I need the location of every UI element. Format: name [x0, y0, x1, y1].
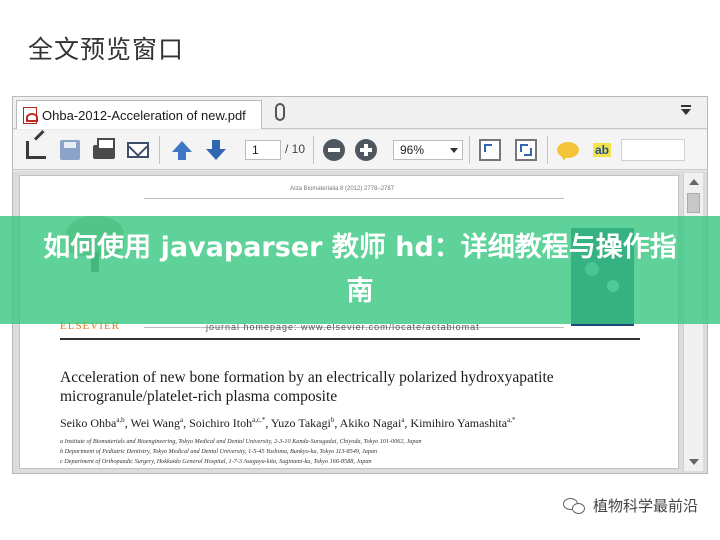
- fit-width-icon: [515, 139, 537, 161]
- scroll-down-icon[interactable]: [689, 459, 699, 465]
- zoom-value: 96%: [400, 143, 425, 157]
- zoom-in-icon: [355, 139, 377, 161]
- affiliation-line: c Department of Orthopaedic Surgery, Hok…: [60, 458, 372, 465]
- zoom-out-icon: [323, 139, 345, 161]
- toolbar-divider: [469, 136, 470, 164]
- highlight-text-button[interactable]: ab: [589, 137, 615, 163]
- print-button[interactable]: [91, 137, 117, 163]
- fit-page-button[interactable]: [477, 137, 503, 163]
- journal-reference: Acta Biomaterialia 8 (2012) 2778–2787: [290, 186, 395, 192]
- author-affiliation-mark: a: [179, 416, 184, 424]
- author-name: Kimihiro Yamashita: [410, 416, 508, 430]
- author-name: Akiko Nagai: [339, 416, 402, 430]
- author-list: Seiko Ohbaa,b, Wei Wanga, Soichiro Itoha…: [60, 416, 516, 430]
- print-icon: [93, 138, 115, 159]
- author-name: Yuzo Takagi: [270, 416, 331, 430]
- tab-label: Ohba-2012-Acceleration of new.pdf: [42, 107, 246, 123]
- author-name: Wei Wang: [130, 416, 180, 430]
- zoom-out-button[interactable]: [321, 137, 347, 163]
- add-comment-button[interactable]: [555, 137, 581, 163]
- author-affiliation-mark: a: [401, 416, 405, 424]
- page: 全文预览窗口 Ohba-2012-Acceleration of new.pdf…: [0, 0, 720, 540]
- arrow-down-icon: [206, 139, 226, 160]
- watermark-text: 植物科学最前沿: [592, 497, 698, 515]
- pdf-file-icon: [23, 106, 38, 124]
- author-affiliation-mark: a,c,*: [252, 416, 266, 424]
- page-total: / 10: [285, 142, 306, 156]
- affiliation-line: a Institute of Biomaterials and Bioengin…: [60, 438, 422, 445]
- title-banner: 如何使用 javaparser 教师 hd：详细教程与操作指南: [0, 216, 720, 324]
- tab-bar: Ohba-2012-Acceleration of new.pdf: [13, 97, 707, 129]
- tab-menu-icon[interactable]: [681, 105, 691, 115]
- author-affiliation-mark: a,*: [507, 416, 516, 424]
- wechat-icon: [562, 496, 587, 516]
- scroll-thumb[interactable]: [687, 193, 700, 213]
- open-external-button[interactable]: [23, 137, 49, 163]
- save-icon: [60, 140, 80, 160]
- next-page-button[interactable]: [203, 137, 229, 163]
- comment-icon: [557, 142, 579, 161]
- affiliation-line: b Department of Pediatric Dentistry, Tok…: [60, 448, 378, 455]
- mail-icon: [127, 142, 149, 158]
- author-affiliation-mark: b: [330, 416, 335, 424]
- author-name: Seiko Ohba: [60, 416, 117, 430]
- page-number-input[interactable]: 1: [245, 140, 281, 160]
- share-icon: [26, 141, 46, 159]
- email-button[interactable]: [125, 137, 151, 163]
- zoom-in-button[interactable]: [353, 137, 379, 163]
- fit-page-icon: [479, 139, 501, 161]
- highlight-icon: ab: [592, 143, 611, 157]
- author-name: Soichiro Itoh: [189, 416, 253, 430]
- author-affiliation-mark: a,b: [116, 416, 125, 424]
- zoom-select[interactable]: 96%: [393, 140, 463, 160]
- watermark: 植物科学最前沿: [562, 495, 698, 516]
- page-heading: 全文预览窗口: [28, 35, 185, 64]
- fit-width-button[interactable]: [513, 137, 539, 163]
- toolbar-divider: [159, 136, 160, 164]
- chevron-down-icon: [450, 148, 458, 153]
- banner-title: 如何使用 javaparser 教师 hd：详细教程与操作指南: [43, 232, 677, 307]
- article-title: Acceleration of new bone formation by an…: [60, 369, 554, 405]
- paperclip-icon[interactable]: [275, 103, 285, 121]
- bubble-shape: [571, 502, 585, 514]
- header-rule: [60, 338, 640, 340]
- save-button[interactable]: [57, 137, 83, 163]
- search-input[interactable]: [621, 139, 685, 161]
- arrow-up-icon: [172, 140, 192, 160]
- toolbar-divider: [547, 136, 548, 164]
- toolbar: 1 / 10 96% ab: [13, 130, 707, 170]
- scroll-up-icon[interactable]: [689, 179, 699, 185]
- previous-page-button[interactable]: [169, 137, 195, 163]
- toolbar-divider: [313, 136, 314, 164]
- tab-pdf-file[interactable]: Ohba-2012-Acceleration of new.pdf: [16, 100, 262, 129]
